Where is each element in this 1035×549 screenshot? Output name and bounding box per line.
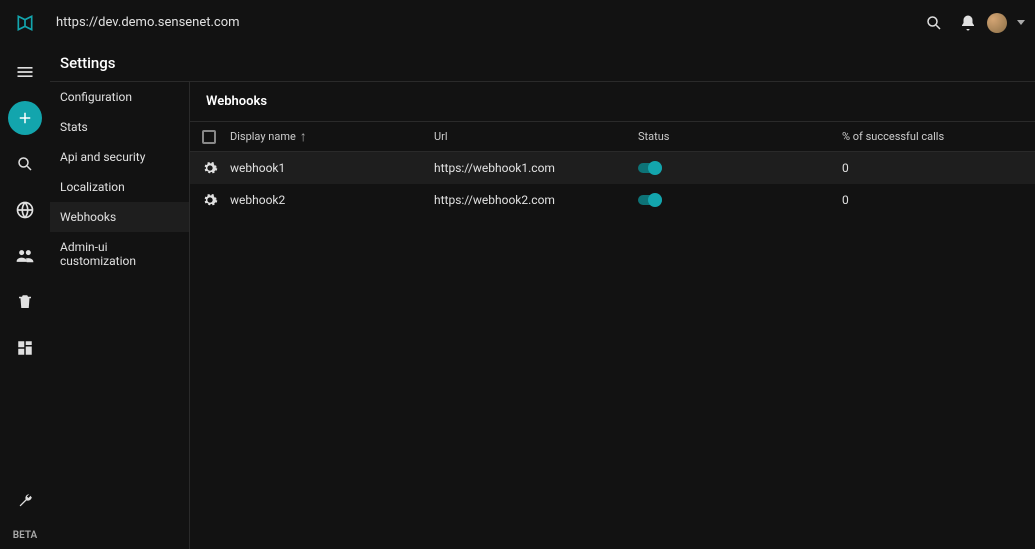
people-icon[interactable]	[8, 239, 42, 273]
sidebar-item-stats[interactable]: Stats	[50, 112, 189, 142]
page-title: Settings	[60, 54, 116, 72]
table-row[interactable]: webhook2 https://webhook2.com 0	[190, 184, 1035, 216]
sidebar-item-webhooks[interactable]: Webhooks	[50, 202, 189, 232]
user-dropdown-icon[interactable]	[1017, 20, 1025, 25]
sidebar-item-localization[interactable]: Localization	[50, 172, 189, 202]
sidebar-item-configuration[interactable]: Configuration	[50, 82, 189, 112]
beta-label: BETA	[13, 530, 37, 541]
gear-icon[interactable]	[202, 160, 230, 176]
webhooks-panel: Webhooks Display name ↑ Url Status % of …	[190, 82, 1035, 549]
column-header-url[interactable]: Url	[434, 130, 638, 143]
add-button[interactable]	[8, 101, 42, 135]
status-toggle[interactable]	[638, 163, 662, 173]
wrench-icon[interactable]	[8, 484, 42, 518]
table-row[interactable]: webhook1 https://webhook1.com 0	[190, 152, 1035, 184]
table-header: Display name ↑ Url Status % of successfu…	[190, 121, 1035, 152]
page-header: Settings	[50, 45, 1035, 82]
column-header-status[interactable]: Status	[638, 130, 842, 143]
panel-title: Webhooks	[190, 82, 1035, 121]
row-pct: 0	[842, 193, 1023, 207]
row-pct: 0	[842, 161, 1023, 175]
row-name: webhook2	[230, 193, 434, 207]
column-header-pct[interactable]: % of successful calls	[842, 130, 1023, 143]
notifications-icon[interactable]	[959, 14, 977, 32]
row-name: webhook1	[230, 161, 434, 175]
avatar[interactable]	[987, 13, 1007, 33]
row-url: https://webhook1.com	[434, 161, 638, 175]
url-display: https://dev.demo.sensenet.com	[50, 15, 913, 30]
menu-icon[interactable]	[8, 55, 42, 89]
search-button[interactable]	[913, 14, 955, 32]
status-toggle[interactable]	[638, 195, 662, 205]
left-rail: BETA	[0, 45, 50, 549]
select-all-checkbox[interactable]	[202, 130, 216, 144]
rail-search-icon[interactable]	[8, 147, 42, 181]
sort-ascending-icon: ↑	[300, 128, 307, 145]
sidebar-item-api-security[interactable]: Api and security	[50, 142, 189, 172]
trash-icon[interactable]	[8, 285, 42, 319]
column-header-name[interactable]: Display name ↑	[230, 128, 434, 145]
app-logo[interactable]	[0, 0, 50, 45]
gear-icon[interactable]	[202, 192, 230, 208]
globe-icon[interactable]	[8, 193, 42, 227]
settings-sidebar: Configuration Stats Api and security Loc…	[50, 82, 190, 549]
topbar: https://dev.demo.sensenet.com	[0, 0, 1035, 45]
sidebar-item-admin-ui[interactable]: Admin-ui customization	[50, 232, 189, 276]
row-url: https://webhook2.com	[434, 193, 638, 207]
dashboard-icon[interactable]	[8, 331, 42, 365]
